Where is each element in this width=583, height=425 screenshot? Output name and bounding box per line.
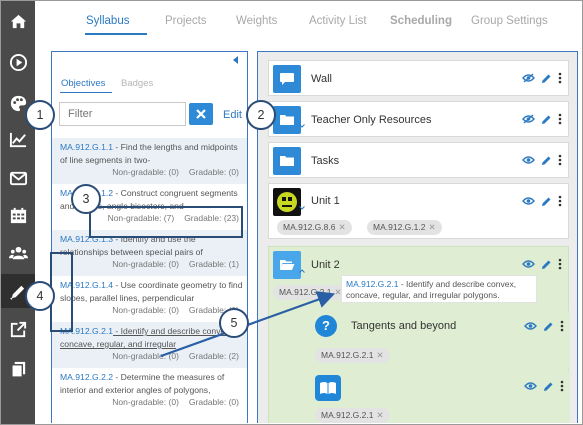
callout-2: 2	[246, 100, 276, 130]
callout-5: 5	[219, 308, 249, 338]
callout-4: 4	[25, 281, 55, 311]
app-window: Syllabus Projects Weights Activity List …	[0, 0, 583, 425]
callout-1: 1	[25, 100, 55, 130]
callout-3: 3	[71, 184, 101, 214]
